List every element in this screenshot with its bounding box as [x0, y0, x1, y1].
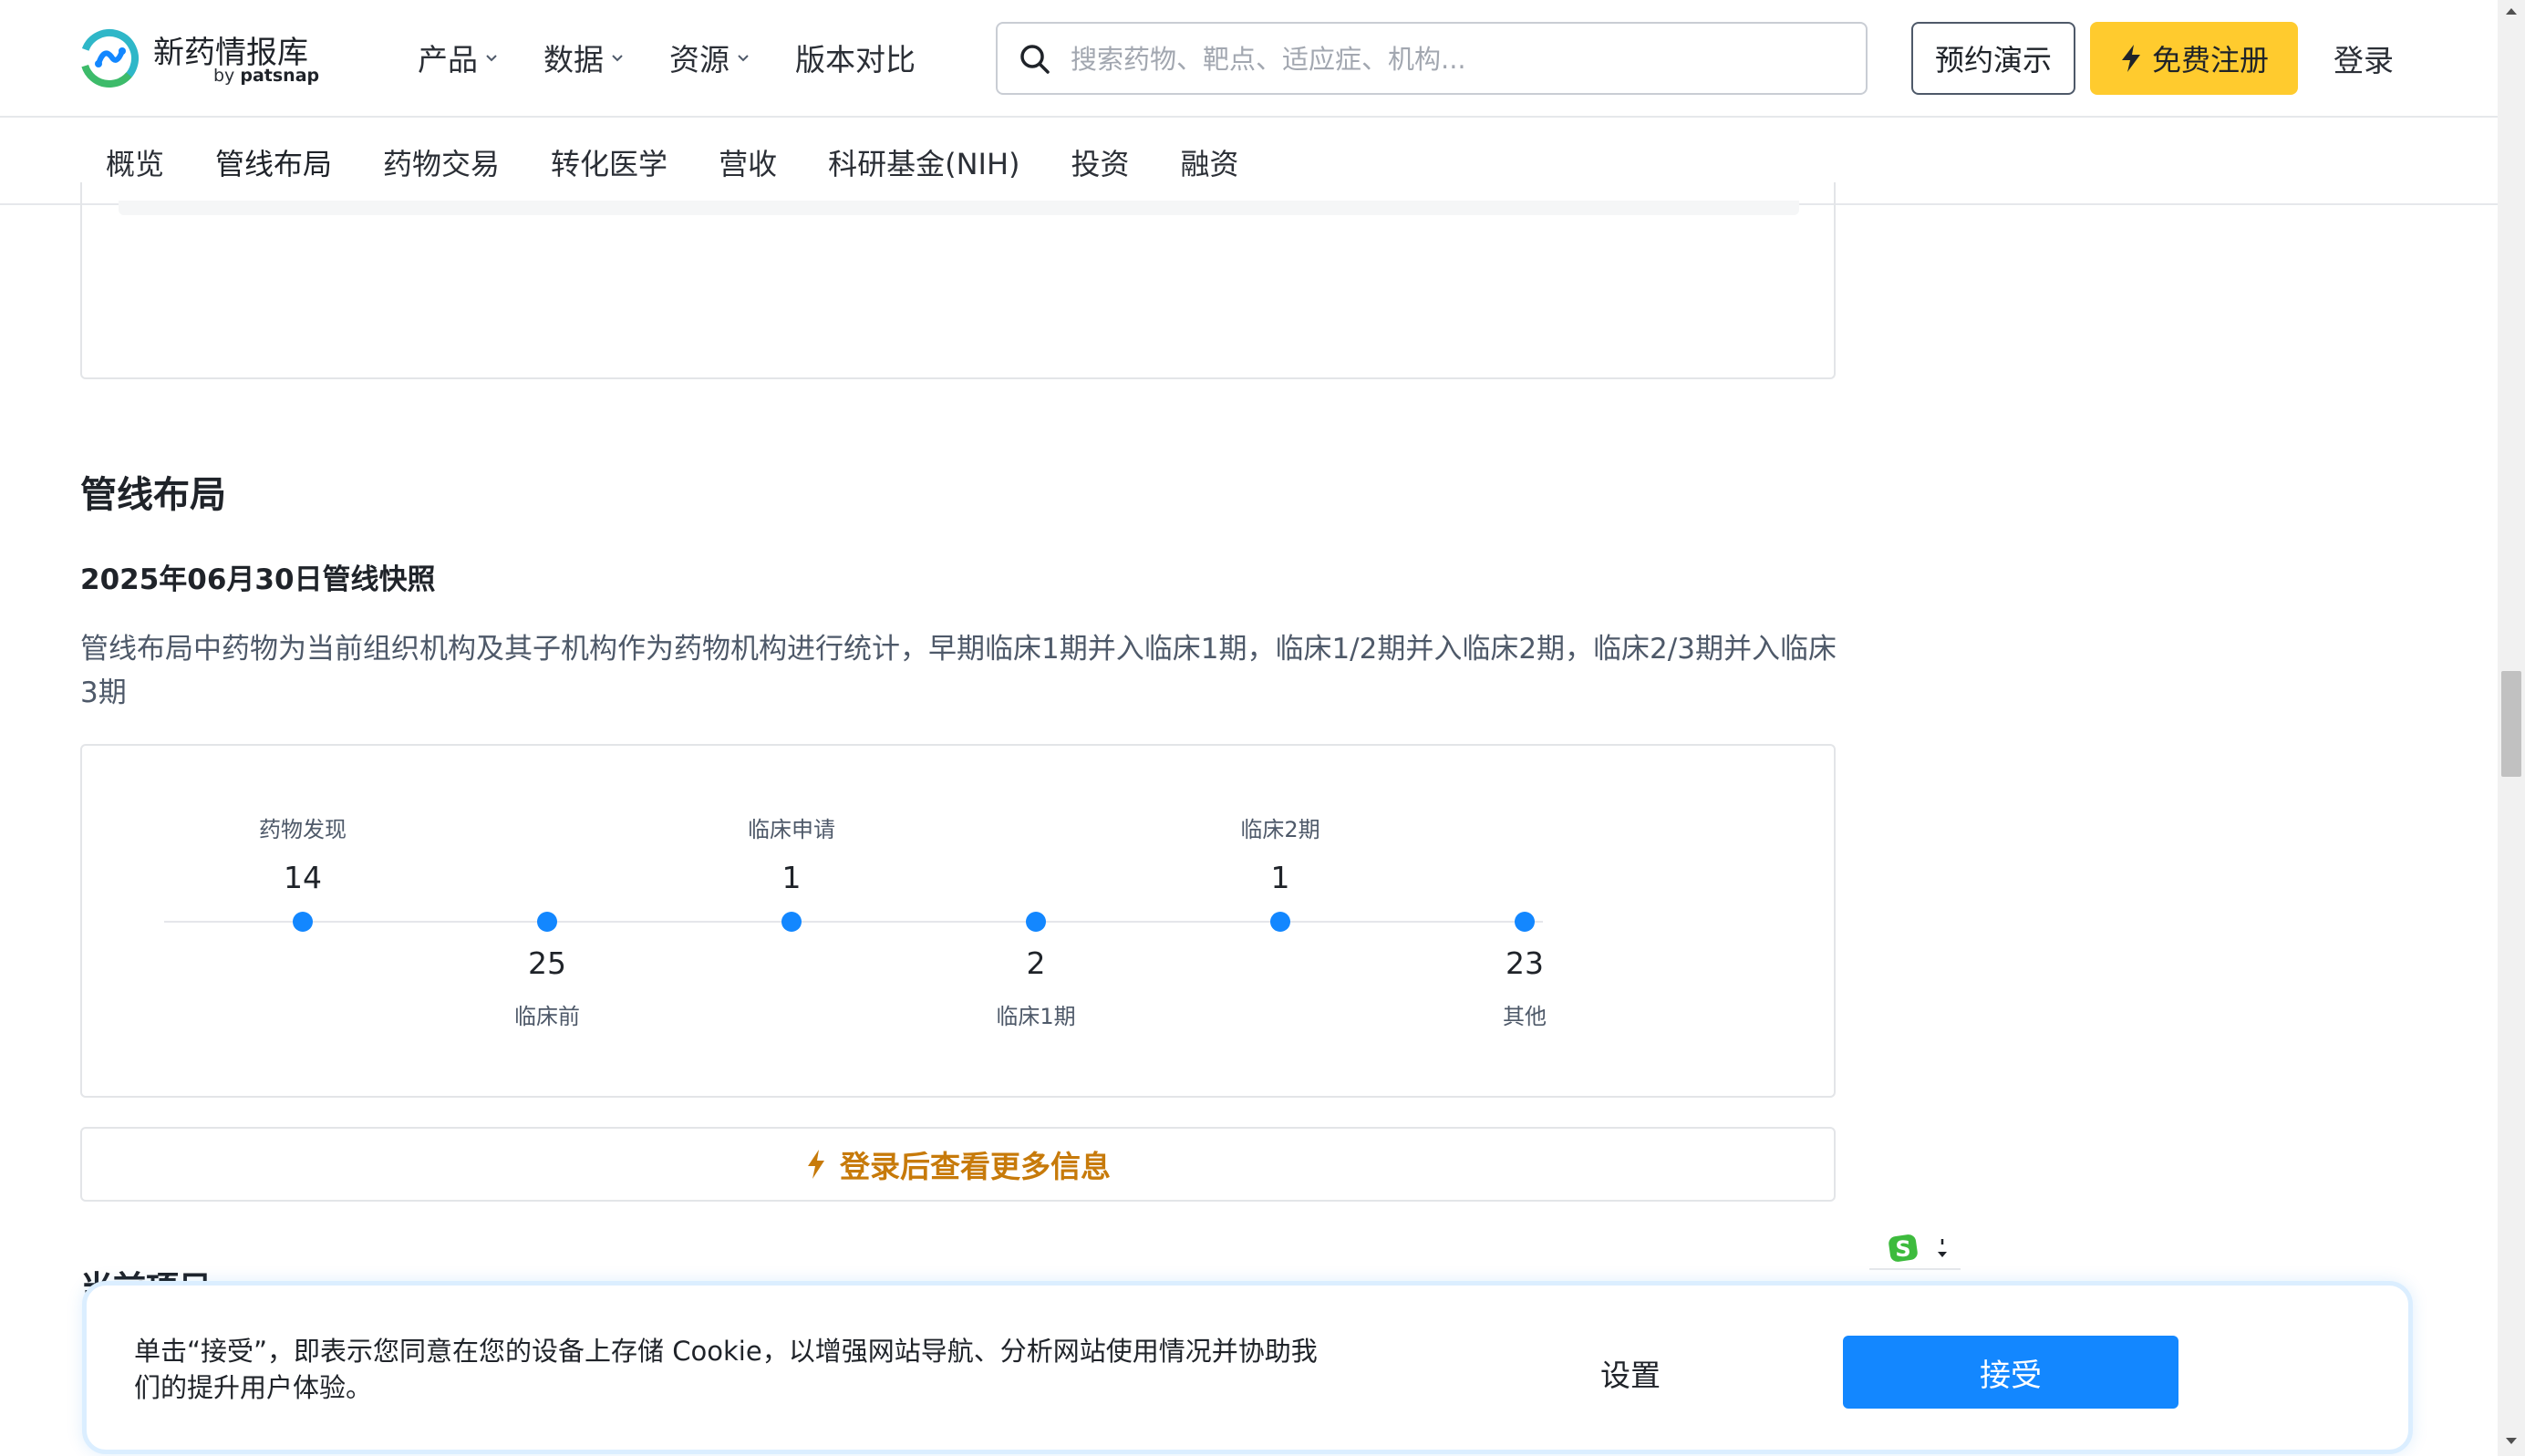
pipeline-stage-count: 23	[1506, 945, 1544, 981]
nav-item-data[interactable]: 数据	[543, 36, 624, 79]
page: 新药情报库 by patsnap 产品 数据 资源 版本对比 搜索药物、靶点、适…	[0, 0, 2525, 1456]
pipeline-stage-dot	[293, 912, 313, 932]
pipeline-stage-label: 临床前	[514, 1004, 580, 1029]
nav-item-label: 数据	[543, 42, 604, 77]
top-header: 新药情报库 by patsnap 产品 数据 资源 版本对比 搜索药物、靶点、适…	[0, 0, 2498, 118]
logo-by-label: by	[213, 66, 235, 86]
logo-brand: patsnap	[240, 66, 320, 86]
pipeline-stage-label: 临床1期	[996, 1004, 1075, 1029]
main-nav: 产品 数据 资源 版本对比	[418, 35, 961, 80]
pipeline-stage-label: 临床申请	[748, 817, 835, 842]
pipeline-stage-dot	[1270, 912, 1290, 932]
previous-section-card	[80, 182, 1836, 379]
pipeline-stage-count: 14	[284, 860, 322, 895]
patsnap-logo-icon	[79, 29, 139, 88]
cookie-consent-banner: 单击“接受”，即表示您同意在您的设备上存储 Cookie，以增强网站导航、分析网…	[82, 1281, 2413, 1454]
pipeline-stage-dot	[1515, 912, 1535, 932]
pipeline-stage-label: 临床2期	[1240, 817, 1319, 842]
search-box[interactable]	[996, 22, 1868, 95]
pipeline-stage-label: 药物发现	[259, 817, 347, 842]
pipeline-stage-dot	[781, 912, 802, 932]
nav-item-version-compare[interactable]: 版本对比	[795, 36, 916, 79]
nav-item-resources[interactable]: 资源	[669, 36, 750, 79]
free-register-label: 免费注册	[2151, 43, 2269, 77]
nav-item-label: 产品	[418, 42, 478, 77]
cookie-consent-text: 单击“接受”，即表示您同意在您的设备上存储 Cookie，以增强网站导航、分析网…	[134, 1336, 1318, 1403]
nav-item-label: 版本对比	[795, 42, 916, 77]
logo-byline: by patsnap	[213, 66, 319, 86]
pipeline-stage-dot	[537, 912, 557, 932]
lightning-icon	[808, 1150, 824, 1179]
pipeline-description: 管线布局中药物为当前组织机构及其子机构作为药物机构进行统计，早期临床1期并入临床…	[80, 633, 1837, 709]
search-icon	[1020, 45, 1050, 74]
login-link[interactable]: 登录	[2334, 36, 2394, 80]
login-more-info-button[interactable]: 登录后查看更多信息	[80, 1127, 1836, 1202]
pipeline-snapshot-card: 14 药物发现 25 临床前 1 临床申请 2 临床1期 1 临床2期 23 其他	[80, 744, 1836, 1098]
pipeline-stage-count: 1	[1271, 860, 1290, 895]
previous-section-strip	[119, 201, 1799, 215]
pipeline-stage-count: 25	[528, 945, 566, 981]
logo[interactable]: 新药情报库 by patsnap	[78, 26, 334, 93]
pipeline-stage-label: 其他	[1503, 1004, 1547, 1029]
sogou-s-icon: S	[1889, 1234, 1918, 1262]
search-input[interactable]	[1071, 35, 1846, 84]
dropdown-arrows-icon	[1938, 1239, 1947, 1257]
chevron-down-icon	[612, 55, 623, 62]
nav-item-label: 资源	[669, 42, 730, 77]
scrollbar-thumb[interactable]	[2501, 671, 2521, 777]
scroll-up-arrow-icon[interactable]	[2506, 7, 2517, 15]
pipeline-timeline: 14 药物发现 25 临床前 1 临床申请 2 临床1期 1 临床2期 23 其他	[164, 817, 1547, 1029]
page-scrollbar[interactable]	[2498, 0, 2525, 1456]
login-more-label: 登录后查看更多信息	[840, 1149, 1111, 1184]
pipeline-stage-dot	[1026, 912, 1046, 932]
section-title: 管线布局	[80, 474, 226, 516]
cookie-accept-button[interactable]: 接受	[1843, 1336, 2178, 1409]
pipeline-stage-count: 2	[1027, 945, 1046, 981]
snapshot-title: 2025年06月30日管线快照	[80, 563, 436, 596]
chevron-down-icon	[738, 55, 749, 62]
svg-text:S: S	[1895, 1236, 1910, 1262]
cookie-settings-button[interactable]: 设置	[1600, 1351, 1661, 1395]
free-register-button[interactable]: 免费注册	[2090, 22, 2298, 95]
pipeline-stage-count: 1	[782, 860, 802, 895]
chevron-down-icon	[486, 55, 497, 62]
floating-widget[interactable]: S	[1869, 1228, 1961, 1270]
nav-item-product[interactable]: 产品	[418, 36, 498, 79]
lightning-icon	[2121, 45, 2140, 72]
scroll-down-arrow-icon[interactable]	[2506, 1438, 2517, 1445]
book-demo-button[interactable]: 预约演示	[1911, 22, 2075, 95]
